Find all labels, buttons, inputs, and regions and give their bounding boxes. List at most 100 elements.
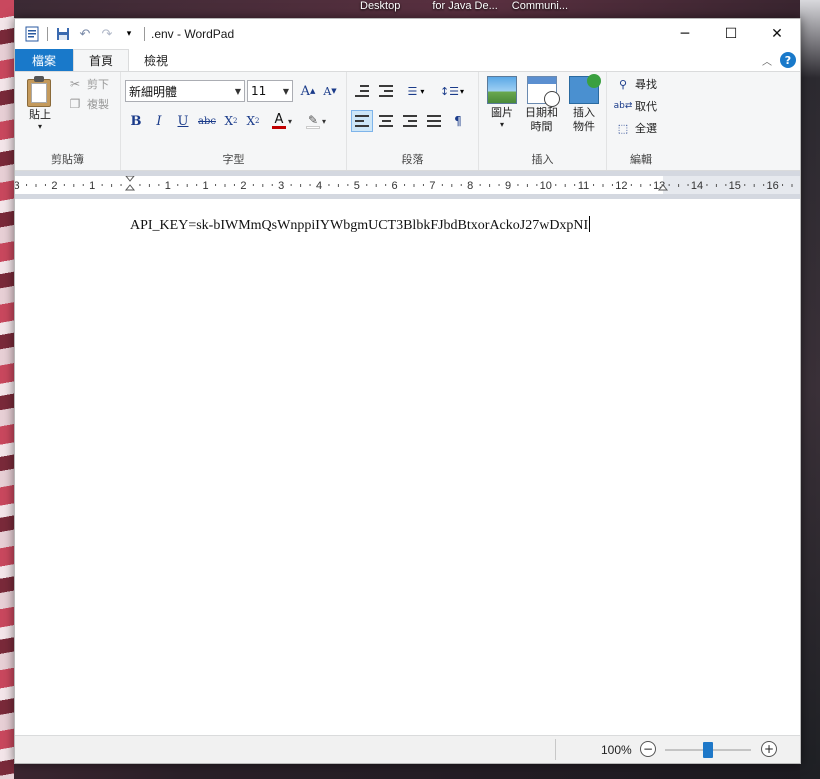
ruler-tick xyxy=(715,184,717,187)
ruler-tick xyxy=(630,184,632,186)
align-left-button[interactable] xyxy=(351,110,373,132)
align-center-button[interactable] xyxy=(375,110,397,132)
paste-dropdown-icon[interactable]: ▾ xyxy=(38,122,42,132)
save-icon[interactable] xyxy=(54,25,72,43)
select-all-icon: ⬚ xyxy=(617,121,629,135)
ruler-tick xyxy=(498,184,500,186)
ribbon-tabs: 檔案 首頁 檢視 ︿ ? xyxy=(15,49,800,71)
ruler-tick xyxy=(196,184,198,186)
chevron-down-icon: ▼ xyxy=(282,86,290,96)
tab-home[interactable]: 首頁 xyxy=(73,49,130,71)
ruler-tick xyxy=(309,184,311,186)
hanging-indent-marker xyxy=(124,184,136,191)
decrease-indent-button[interactable] xyxy=(351,80,373,102)
document-text[interactable]: API_KEY=sk-bIWMmQsWnppiIYWbgmUCT3BlbkFJb… xyxy=(130,216,591,234)
minimize-ribbon-icon[interactable]: ︿ xyxy=(762,53,772,68)
copy-button[interactable]: ❐ 複製 xyxy=(67,96,109,112)
ruler-tick xyxy=(649,184,651,186)
font-color-button[interactable]: A ▾ xyxy=(267,110,297,132)
desktop-icons: Desktop for Java De... Communi... xyxy=(140,0,568,18)
zoom-in-button[interactable]: + xyxy=(761,741,777,757)
paragraph-settings-button[interactable]: ¶ xyxy=(447,110,469,132)
ruler-label: 11 xyxy=(578,180,589,192)
ruler-label: 16 xyxy=(766,180,778,192)
bullet-list-button[interactable]: ☰ ▾ xyxy=(401,80,431,102)
strikethrough-button[interactable]: abc xyxy=(196,110,218,132)
find-button[interactable]: ⚲ 尋找 xyxy=(615,76,657,92)
ruler-label: 14 xyxy=(691,180,703,192)
ruler-tick xyxy=(271,184,273,186)
minimize-button[interactable]: ─ xyxy=(662,19,708,49)
zoom-out-button[interactable]: − xyxy=(640,741,656,757)
highlight-color-button[interactable]: ✎ ▾ xyxy=(301,110,331,132)
customize-qat-icon[interactable]: ▾ xyxy=(120,25,138,43)
ruler-tick xyxy=(73,184,75,187)
increase-indent-button[interactable] xyxy=(375,80,397,102)
select-all-button[interactable]: ⬚ 全選 xyxy=(615,120,657,136)
datetime-label-2: 時間 xyxy=(530,119,553,133)
ruler-label: 2 xyxy=(240,180,246,192)
line-spacing-button[interactable]: ↕☰ ▾ xyxy=(437,80,467,102)
desktop-icon-java[interactable]: for Java De... xyxy=(432,0,497,18)
ruler[interactable]: 321112345678910111213141516 xyxy=(15,171,800,199)
ruler-label: 1 xyxy=(89,180,95,192)
font-family-select[interactable]: 新細明體 ▼ xyxy=(125,80,245,102)
ruler-tick xyxy=(148,184,150,187)
ruler-tick xyxy=(611,184,613,186)
group-paragraph: ☰ ▾ ↕☰ ▾ ¶ 段落 xyxy=(347,72,479,170)
ruler-tick xyxy=(186,184,188,187)
insert-picture-button[interactable]: 圖片 ▾ xyxy=(487,76,517,130)
grow-font-button[interactable]: A ▲ xyxy=(297,80,319,102)
justify-button[interactable] xyxy=(423,110,445,132)
document-area[interactable]: API_KEY=sk-bIWMmQsWnppiIYWbgmUCT3BlbkFJb… xyxy=(15,201,800,737)
shrink-font-button[interactable]: A ▼ xyxy=(319,80,341,102)
tab-view[interactable]: 檢視 xyxy=(129,49,183,71)
cut-button[interactable]: ✂ 剪下 xyxy=(67,76,109,92)
desktop-icon-community[interactable]: Communi... xyxy=(512,0,568,18)
ruler-tick xyxy=(744,184,746,186)
font-size-select[interactable]: 11 ▼ xyxy=(247,80,293,102)
subscript-button[interactable]: X2 xyxy=(220,110,242,132)
group-font: 新細明體 ▼ 11 ▼ A ▲ A ▼ B I U abc X2 X2 A ▾ ✎ ▾ … xyxy=(121,72,347,170)
align-right-button[interactable] xyxy=(399,110,421,132)
ruler-label: 4 xyxy=(316,180,322,192)
ruler-tick xyxy=(139,184,141,186)
zoom-slider[interactable] xyxy=(665,742,751,758)
desktop-wallpaper-left xyxy=(0,0,14,779)
tab-file[interactable]: 檔案 xyxy=(15,49,74,71)
redo-icon[interactable]: ↷ xyxy=(98,25,116,43)
insert-datetime-button[interactable]: 日期和 時間 xyxy=(525,76,560,134)
picture-icon xyxy=(487,76,517,104)
wordpad-app-icon[interactable] xyxy=(23,25,41,43)
ruler-label: 12 xyxy=(615,180,627,192)
ruler-tick xyxy=(290,184,292,186)
ruler-tick xyxy=(177,184,179,186)
help-icon[interactable]: ? xyxy=(780,52,796,68)
paste-button[interactable]: 貼上 ▾ xyxy=(25,76,55,132)
group-clipboard: 貼上 ▾ ✂ 剪下 ❐ 複製 剪貼簿 xyxy=(15,72,121,170)
ruler-tick xyxy=(215,184,217,186)
group-editing: ⚲ 尋找 ab⇄ 取代 ⬚ 全選 編輯 xyxy=(607,72,675,170)
font-size-value: 11 xyxy=(251,84,267,98)
ruler-label: 1 xyxy=(203,180,209,192)
bold-button[interactable]: B xyxy=(125,110,147,132)
object-icon xyxy=(569,74,601,104)
insert-object-button[interactable]: 插入 物件 xyxy=(569,74,601,134)
ribbon: 貼上 ▾ ✂ 剪下 ❐ 複製 剪貼簿 新細明體 ▼ 11 ▼ A ▲ A ▼ B… xyxy=(15,71,800,171)
paragraph-icon: ¶ xyxy=(454,114,462,128)
zoom-slider-thumb[interactable] xyxy=(703,742,713,758)
ruler-tick xyxy=(678,184,680,187)
underline-button[interactable]: U xyxy=(172,110,194,132)
maximize-button[interactable]: ☐ xyxy=(708,19,754,49)
ruler-tick xyxy=(725,184,727,186)
undo-icon[interactable]: ↶ xyxy=(76,25,94,43)
ruler-tick xyxy=(224,184,226,187)
ruler-tick xyxy=(44,184,46,186)
superscript-button[interactable]: X2 xyxy=(242,110,264,132)
italic-button[interactable]: I xyxy=(148,110,170,132)
replace-button[interactable]: ab⇄ 取代 xyxy=(614,98,657,114)
close-button[interactable]: ✕ xyxy=(754,19,800,49)
ruler-tick xyxy=(35,184,37,187)
ruler-label: 10 xyxy=(540,180,552,192)
desktop-icon-desktop[interactable]: Desktop xyxy=(360,0,400,18)
